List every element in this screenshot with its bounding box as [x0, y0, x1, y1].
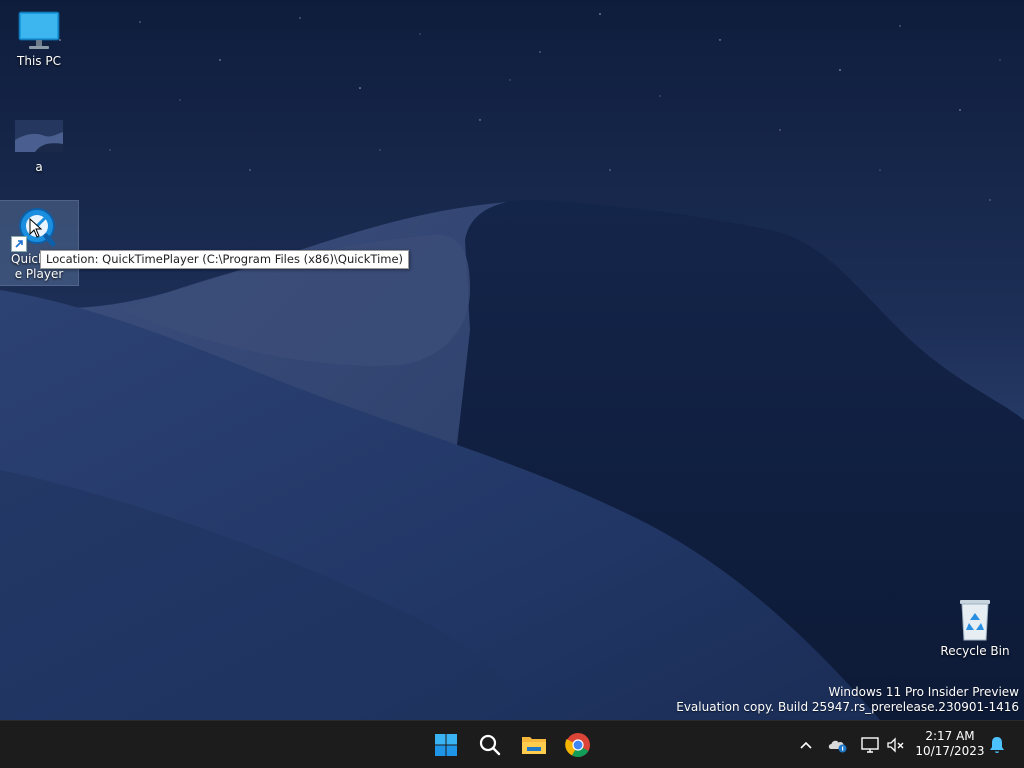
- location-tooltip: Location: QuickTimePlayer (C:\Program Fi…: [40, 250, 410, 269]
- onedrive-icon: [828, 740, 847, 753]
- search-icon: [479, 734, 501, 756]
- notification-bell-icon: [990, 737, 1004, 753]
- desktop-icon-label: Recycle Bin: [940, 644, 1010, 658]
- start-button[interactable]: [426, 725, 466, 765]
- desktop-icon-label: This PC: [17, 54, 61, 68]
- windows-logo-icon: [435, 734, 457, 756]
- taskbar-clock[interactable]: 2:17 AM 10/17/2023: [914, 729, 986, 759]
- search-button[interactable]: [470, 725, 510, 765]
- desktop-icon-label: a: [35, 160, 43, 174]
- watermark-line-build: Evaluation copy. Build 25947.rs_prerelea…: [676, 700, 1019, 714]
- folder-icon: [522, 737, 546, 754]
- clock-time: 2:17 AM: [925, 729, 975, 743]
- mouse-cursor-icon: [29, 217, 43, 242]
- evaluation-watermark: Windows 11 Pro Insider Preview Evaluatio…: [676, 685, 1019, 715]
- volume-muted-icon: [887, 737, 904, 753]
- image-thumbnail-icon: [15, 120, 63, 152]
- desktop-icon-quicktime-player[interactable]: QuickTime Player: [0, 200, 79, 286]
- desktop-wallpaper: [0, 0, 1024, 720]
- notification-center-button[interactable]: [985, 733, 1009, 757]
- file-explorer-button[interactable]: [514, 725, 554, 765]
- taskbar: 2:17 AM 10/17/2023: [0, 720, 1024, 768]
- chrome-button[interactable]: [558, 725, 598, 765]
- chevron-up-icon: [800, 741, 812, 749]
- desktop-icon-a[interactable]: a: [0, 116, 78, 175]
- shortcut-arrow-icon: [11, 236, 27, 252]
- network-tray-button[interactable]: [858, 733, 882, 757]
- clock-date: 10/17/2023: [915, 744, 985, 758]
- desktop[interactable]: This PC a QuickTime Player Recycle Bin L…: [0, 0, 1024, 720]
- desktop-icon-recycle-bin[interactable]: Recycle Bin: [936, 596, 1014, 659]
- show-hidden-icons-button[interactable]: [794, 733, 818, 757]
- onedrive-tray-button[interactable]: [826, 733, 850, 757]
- monitor-icon: [17, 10, 61, 52]
- desktop-icon-this-pc[interactable]: This PC: [0, 10, 78, 69]
- watermark-line-edition: Windows 11 Pro Insider Preview: [828, 685, 1019, 699]
- recycle-bin-icon: [955, 596, 995, 642]
- volume-tray-button[interactable]: [884, 733, 908, 757]
- network-icon: [861, 737, 879, 753]
- chrome-icon: [565, 733, 590, 758]
